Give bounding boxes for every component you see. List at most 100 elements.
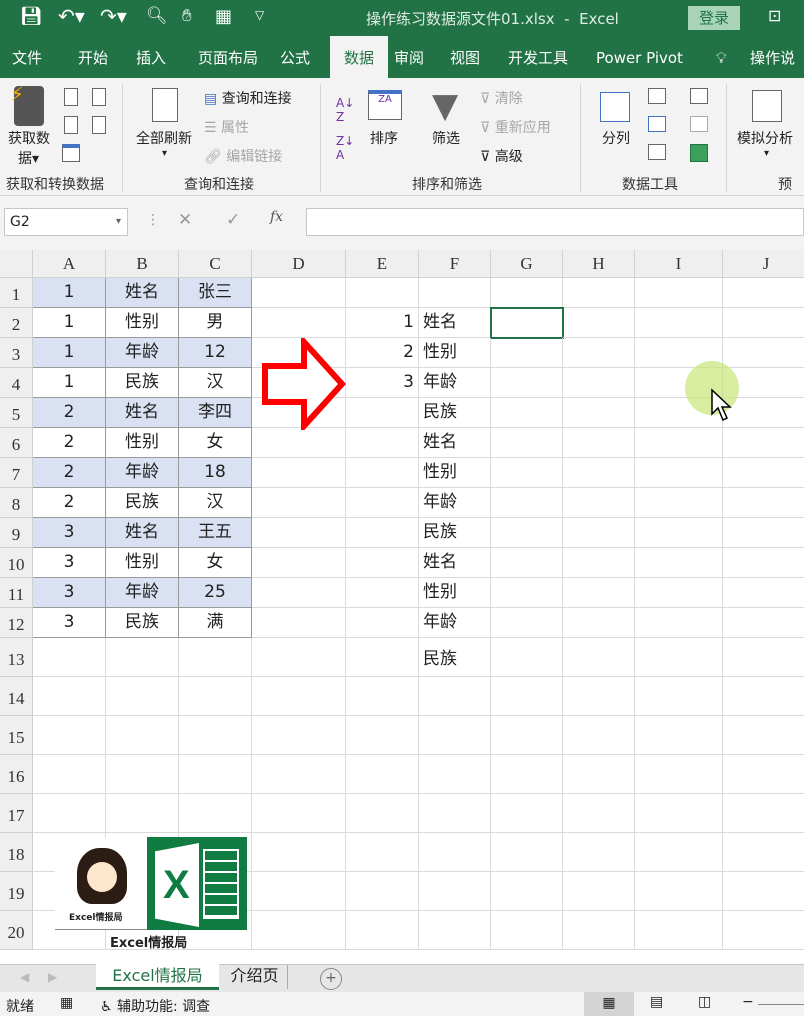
- cell-J5[interactable]: [723, 398, 804, 428]
- edit-links-button[interactable]: 🔗︎ 编辑链接: [204, 146, 282, 166]
- column-header-H[interactable]: H: [563, 250, 635, 278]
- cell-A12[interactable]: 3: [33, 608, 106, 638]
- cell-D14[interactable]: [252, 677, 346, 716]
- cell-E8[interactable]: [346, 488, 419, 518]
- cell-B1[interactable]: 姓名: [106, 278, 179, 308]
- undo-icon[interactable]: ↶▾: [58, 4, 85, 28]
- cell-E14[interactable]: [346, 677, 419, 716]
- cell-I16[interactable]: [635, 755, 723, 794]
- cell-E6[interactable]: [346, 428, 419, 458]
- cell-A10[interactable]: 3: [33, 548, 106, 578]
- normal-view-icon[interactable]: ▦: [584, 992, 634, 1016]
- save-icon[interactable]: 💾︎: [20, 6, 43, 27]
- cell-A17[interactable]: [33, 794, 106, 833]
- cell-A16[interactable]: [33, 755, 106, 794]
- cell-J2[interactable]: [723, 308, 804, 338]
- flash-fill-icon[interactable]: [648, 88, 666, 104]
- cell-F14[interactable]: [419, 677, 491, 716]
- cell-H8[interactable]: [563, 488, 635, 518]
- name-box[interactable]: G2 ▾: [4, 208, 128, 236]
- cell-J3[interactable]: [723, 338, 804, 368]
- zoom-out-icon[interactable]: −: [742, 994, 754, 1010]
- from-web-icon[interactable]: [64, 116, 78, 134]
- row-header-18[interactable]: 18: [0, 833, 33, 872]
- cell-C10[interactable]: 女: [179, 548, 252, 578]
- cell-I7[interactable]: [635, 458, 723, 488]
- cell-C15[interactable]: [179, 716, 252, 755]
- prev-sheet-icon[interactable]: ◀: [20, 970, 29, 984]
- cell-I12[interactable]: [635, 608, 723, 638]
- cell-C7[interactable]: 18: [179, 458, 252, 488]
- cell-B16[interactable]: [106, 755, 179, 794]
- cell-D10[interactable]: [252, 548, 346, 578]
- cell-G1[interactable]: [491, 278, 563, 308]
- cell-H2[interactable]: [563, 308, 635, 338]
- remove-duplicates-icon[interactable]: [648, 116, 666, 132]
- cell-A5[interactable]: 2: [33, 398, 106, 428]
- formula-input[interactable]: [306, 208, 804, 236]
- cell-E2[interactable]: 1: [346, 308, 419, 338]
- cell-D8[interactable]: [252, 488, 346, 518]
- cell-E11[interactable]: [346, 578, 419, 608]
- cell-F4[interactable]: 年龄: [419, 368, 491, 398]
- cell-J7[interactable]: [723, 458, 804, 488]
- cell-E5[interactable]: [346, 398, 419, 428]
- cell-C14[interactable]: [179, 677, 252, 716]
- what-if-button[interactable]: 模拟分析: [737, 128, 793, 148]
- cell-C2[interactable]: 男: [179, 308, 252, 338]
- cell-A6[interactable]: 2: [33, 428, 106, 458]
- cell-D9[interactable]: [252, 518, 346, 548]
- cell-I19[interactable]: [635, 872, 723, 911]
- cell-I10[interactable]: [635, 548, 723, 578]
- cell-E7[interactable]: [346, 458, 419, 488]
- cell-F17[interactable]: [419, 794, 491, 833]
- cell-B8[interactable]: 民族: [106, 488, 179, 518]
- cell-J17[interactable]: [723, 794, 804, 833]
- cell-E1[interactable]: [346, 278, 419, 308]
- cell-E18[interactable]: [346, 833, 419, 872]
- cell-A2[interactable]: 1: [33, 308, 106, 338]
- table-icon[interactable]: ▦: [215, 6, 232, 27]
- recent-sources-icon[interactable]: [92, 88, 106, 106]
- touch-mode-icon[interactable]: ✋︎: [182, 6, 192, 26]
- cell-J14[interactable]: [723, 677, 804, 716]
- data-validation-icon[interactable]: [648, 144, 666, 160]
- tab-3[interactable]: 页面布局: [194, 36, 262, 78]
- tab-0[interactable]: 文件: [8, 36, 46, 78]
- cell-G7[interactable]: [491, 458, 563, 488]
- cell-F13[interactable]: 民族: [419, 638, 491, 677]
- drag-handle-icon[interactable]: ⋮: [146, 212, 160, 228]
- cell-I11[interactable]: [635, 578, 723, 608]
- macro-record-icon[interactable]: ▦: [60, 995, 73, 1011]
- cell-H20[interactable]: [563, 911, 635, 950]
- redo-icon[interactable]: ↷▾: [100, 4, 127, 28]
- cell-B13[interactable]: [106, 638, 179, 677]
- cell-J9[interactable]: [723, 518, 804, 548]
- cell-F6[interactable]: 姓名: [419, 428, 491, 458]
- cell-I6[interactable]: [635, 428, 723, 458]
- cell-J13[interactable]: [723, 638, 804, 677]
- cell-I18[interactable]: [635, 833, 723, 872]
- row-header-8[interactable]: 8: [0, 488, 33, 518]
- print-preview-icon[interactable]: 🔍︎: [146, 6, 168, 26]
- cell-H13[interactable]: [563, 638, 635, 677]
- cell-H17[interactable]: [563, 794, 635, 833]
- row-header-7[interactable]: 7: [0, 458, 33, 488]
- cell-A4[interactable]: 1: [33, 368, 106, 398]
- page-layout-view-icon[interactable]: ▤: [650, 994, 663, 1010]
- column-header-C[interactable]: C: [179, 250, 252, 278]
- cell-H19[interactable]: [563, 872, 635, 911]
- cell-C13[interactable]: [179, 638, 252, 677]
- cell-F7[interactable]: 性别: [419, 458, 491, 488]
- cell-C12[interactable]: 满: [179, 608, 252, 638]
- page-break-view-icon[interactable]: ◫: [698, 994, 711, 1010]
- cell-G9[interactable]: [491, 518, 563, 548]
- cell-H6[interactable]: [563, 428, 635, 458]
- sort-button[interactable]: 排序: [370, 128, 398, 148]
- cell-H14[interactable]: [563, 677, 635, 716]
- clear-button[interactable]: ⊽ 清除: [480, 88, 523, 108]
- column-header-I[interactable]: I: [635, 250, 723, 278]
- row-header-5[interactable]: 5: [0, 398, 33, 428]
- column-header-A[interactable]: A: [33, 250, 106, 278]
- cell-D2[interactable]: [252, 308, 346, 338]
